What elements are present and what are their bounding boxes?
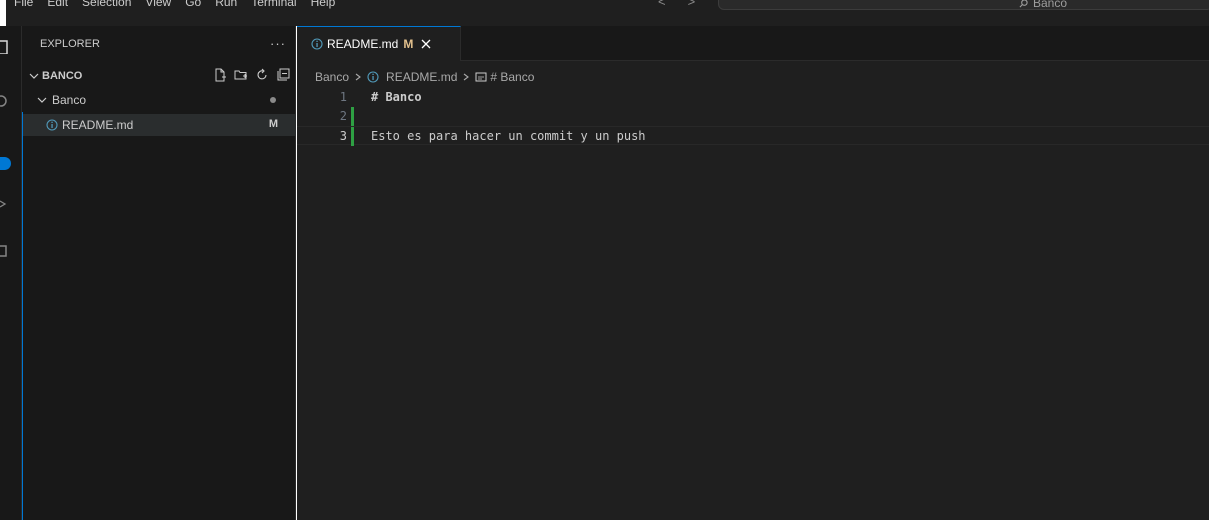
- extensions-icon[interactable]: [0, 244, 14, 258]
- menu-run[interactable]: Run: [215, 0, 237, 9]
- line-number: 1: [339, 90, 347, 104]
- menu-bar: File Edit Selection View Go Run Terminal…: [14, 0, 335, 9]
- chevron-right-icon: [355, 73, 361, 81]
- breadcrumb-folder[interactable]: Banco: [315, 70, 349, 84]
- tab-bar: README.md M: [297, 26, 1209, 61]
- workspace-name: BANCO: [42, 70, 83, 82]
- folder-label: Banco: [52, 93, 87, 107]
- back-arrow-icon[interactable]: <: [658, 0, 666, 9]
- line-number: 2: [339, 109, 347, 123]
- menu-go[interactable]: Go: [185, 0, 201, 9]
- explorer-title: EXPLORER: [40, 37, 100, 50]
- refresh-icon[interactable]: [255, 68, 269, 82]
- forward-arrow-icon[interactable]: >: [688, 0, 696, 9]
- new-folder-icon[interactable]: [234, 68, 248, 82]
- activity-bar: [0, 26, 22, 520]
- new-file-icon[interactable]: [213, 68, 227, 82]
- info-file-icon: [367, 71, 379, 83]
- menu-selection[interactable]: Selection: [82, 0, 131, 9]
- modified-dot-indicator: [270, 97, 276, 103]
- run-debug-icon[interactable]: [0, 197, 14, 211]
- git-added-gutter: [351, 127, 354, 146]
- search-view-icon[interactable]: [0, 94, 14, 108]
- code-line-current[interactable]: 3 Esto es para hacer un commit y un push: [297, 126, 1209, 146]
- section-actions: [213, 68, 290, 82]
- menu-terminal[interactable]: Terminal: [251, 0, 296, 9]
- tab-modified-badge: M: [403, 37, 414, 51]
- tree-indent-guide: [22, 112, 296, 520]
- breadcrumb: Banco README.md # Banco: [315, 70, 534, 84]
- info-file-icon: [311, 38, 323, 50]
- explorer-files-icon[interactable]: [0, 40, 14, 54]
- navigation-arrows: < >: [658, 0, 695, 9]
- menu-edit[interactable]: Edit: [47, 0, 68, 9]
- search-icon: [1019, 0, 1028, 8]
- menu-help[interactable]: Help: [311, 0, 336, 9]
- breadcrumb-file[interactable]: README.md: [386, 70, 457, 84]
- command-center-text: Banco: [1033, 0, 1068, 10]
- explorer-header: EXPLORER ···: [22, 26, 296, 61]
- chevron-down-icon: [37, 97, 47, 103]
- workspace-section-header[interactable]: BANCO: [22, 65, 296, 87]
- more-actions-icon[interactable]: ···: [270, 36, 286, 51]
- source-control-badge[interactable]: [0, 157, 11, 170]
- line-text: Esto es para hacer un commit y un push: [371, 129, 646, 143]
- title-bar: File Edit Selection View Go Run Terminal…: [6, 0, 1209, 26]
- line-number: 3: [339, 129, 347, 143]
- tree-file-readme[interactable]: README.md M: [22, 114, 296, 136]
- chevron-right-icon: [464, 73, 470, 81]
- menu-view[interactable]: View: [145, 0, 171, 9]
- git-modified-badge: M: [268, 118, 278, 130]
- git-added-gutter: [351, 107, 354, 126]
- command-center-search[interactable]: Banco: [718, 0, 1209, 10]
- line-text: # Banco: [371, 90, 422, 104]
- tab-label: README.md: [327, 37, 399, 51]
- file-label: README.md: [62, 118, 134, 132]
- breadcrumb-symbol[interactable]: # Banco: [490, 70, 534, 84]
- tree-folder-banco[interactable]: Banco: [22, 89, 296, 111]
- tab-readme[interactable]: README.md M: [297, 26, 461, 61]
- menu-file[interactable]: File: [14, 0, 33, 9]
- code-line[interactable]: 2: [297, 107, 1209, 126]
- string-symbol-icon: [475, 72, 487, 82]
- editor-area: README.md M Banco README.md # Banco 1 # …: [297, 26, 1209, 520]
- code-line[interactable]: 1 # Banco: [297, 88, 1209, 107]
- info-file-icon: [46, 119, 58, 131]
- explorer-sidebar: EXPLORER ··· BANCO Banco README.md M: [22, 26, 296, 520]
- close-icon[interactable]: [421, 39, 431, 49]
- collapse-all-icon[interactable]: [276, 68, 290, 82]
- chevron-down-icon: [29, 73, 39, 79]
